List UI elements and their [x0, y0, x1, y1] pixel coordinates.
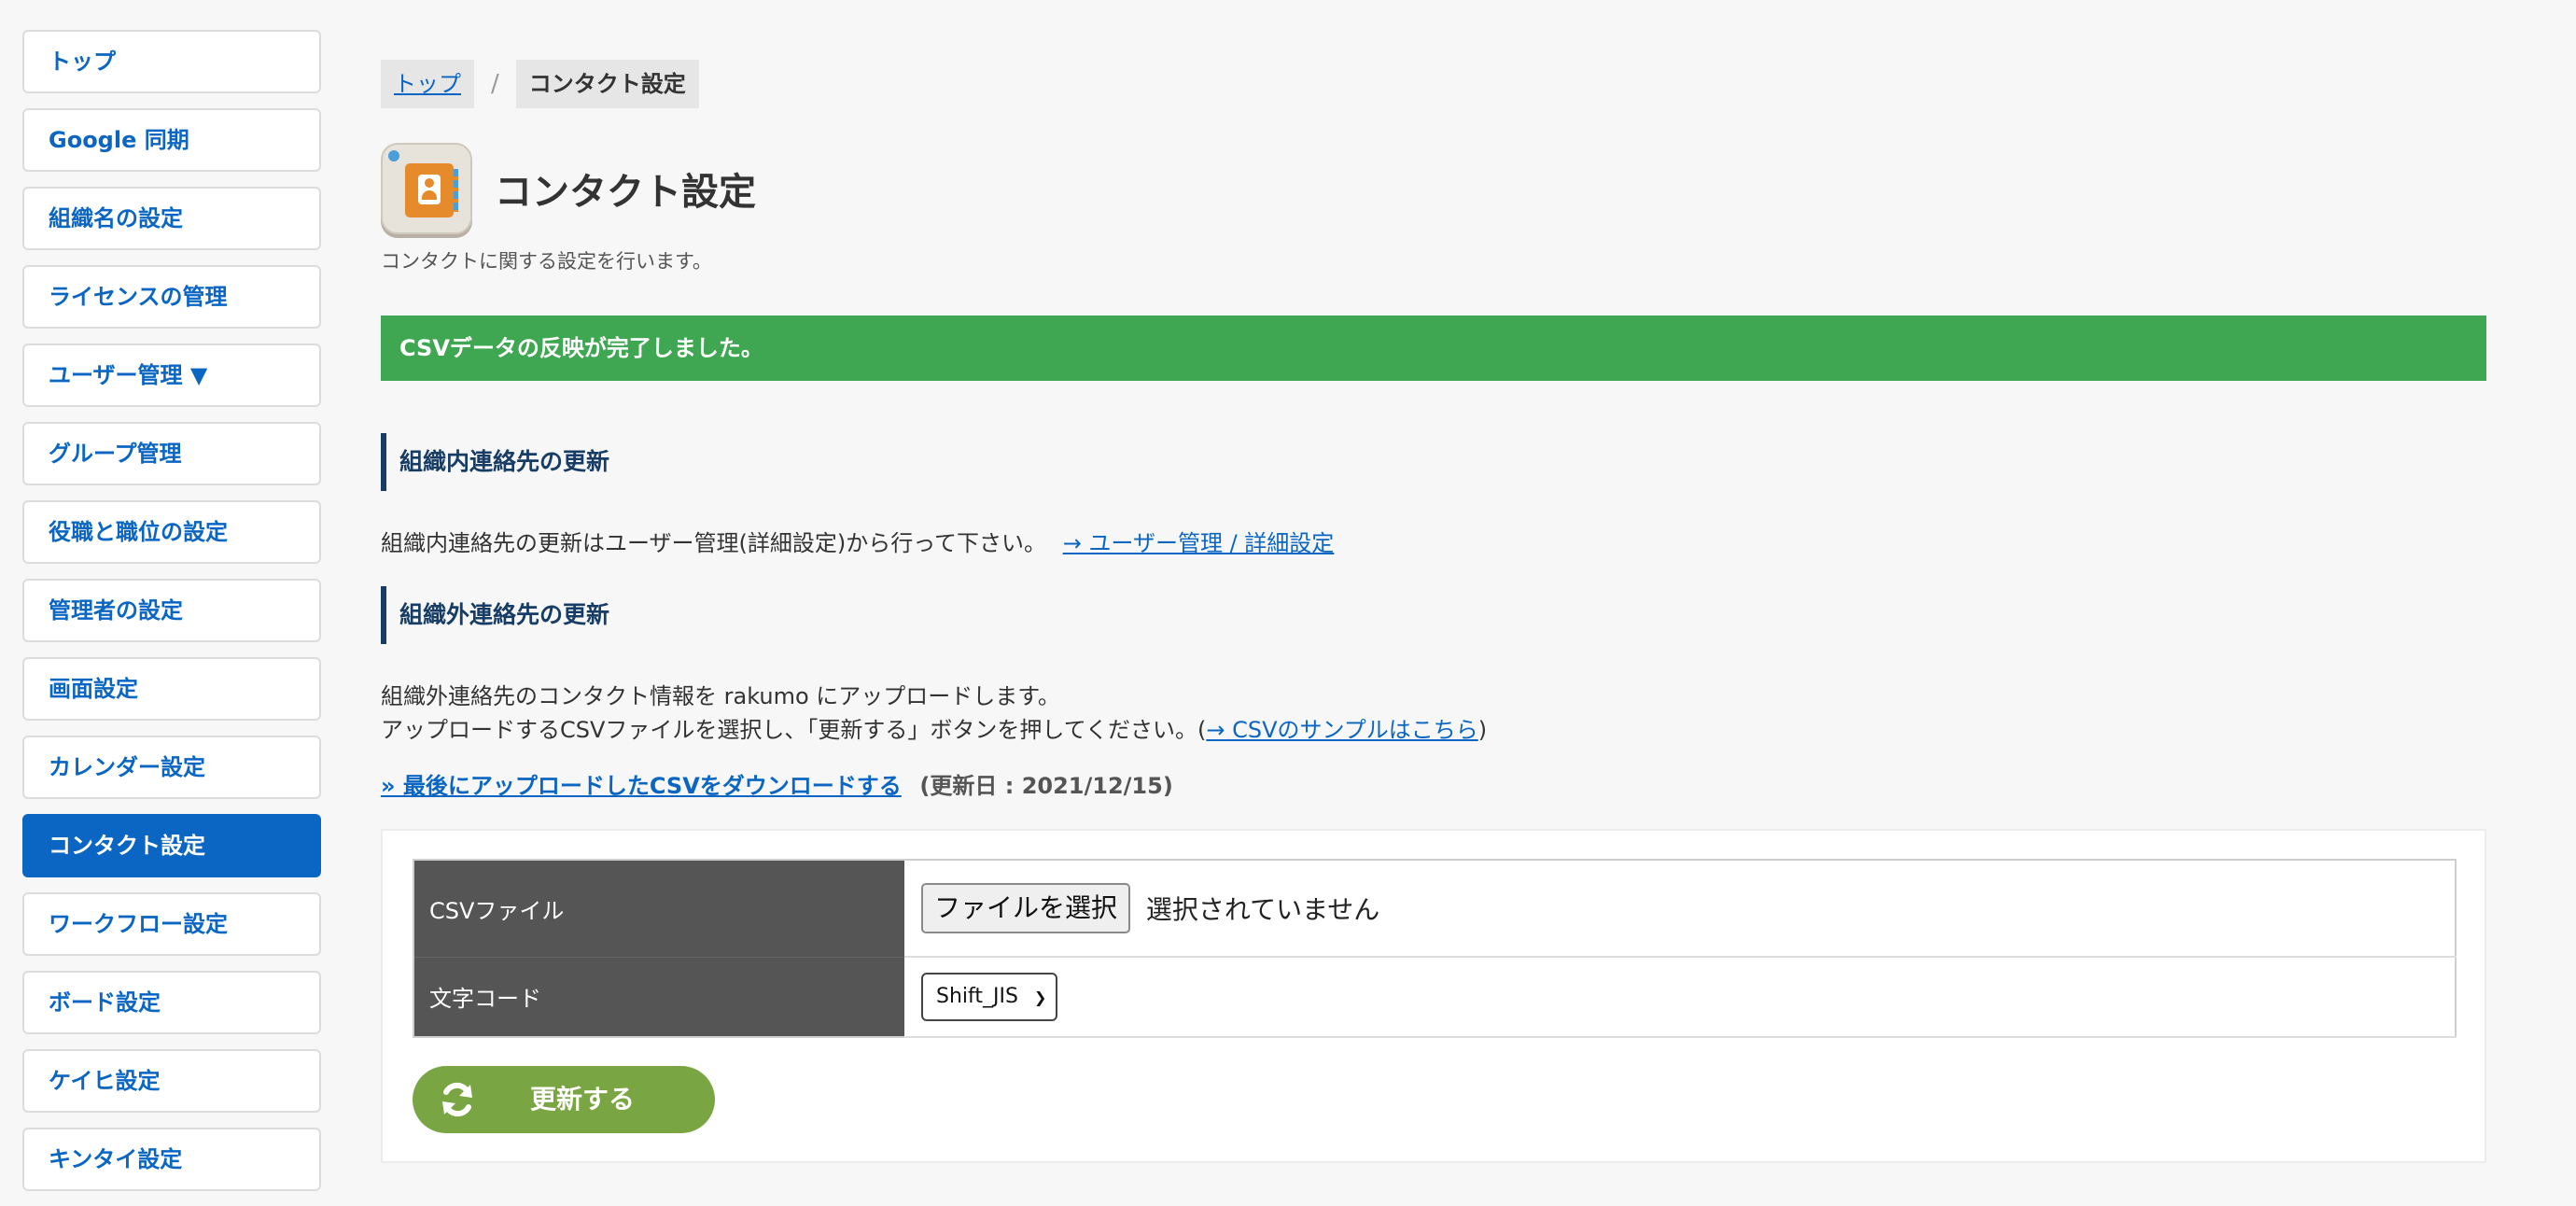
contact-app-icon [381, 143, 472, 234]
sidebar-item-calendar[interactable]: カレンダー設定 [22, 736, 321, 799]
download-last-csv-link[interactable]: » 最後にアップロードしたCSVをダウンロードする [381, 773, 902, 799]
chevron-down-icon: ❯ [1033, 989, 1047, 1006]
sidebar-item-board[interactable]: ボード設定 [22, 971, 321, 1034]
sidebar-item-user-management[interactable]: ユーザー管理 ▼ [22, 344, 321, 407]
internal-update-description: 組織内連絡先の更新はユーザー管理(詳細設定)から行って下さい。 [381, 530, 1047, 556]
csv-file-label: CSVファイル [413, 860, 904, 958]
update-button[interactable]: 更新する [413, 1066, 715, 1133]
external-description-line2: アップロードするCSVファイルを選択し、「更新する」ボタンを押してください。(→… [381, 711, 1487, 744]
page-title: コンタクト設定 [495, 171, 756, 214]
encoding-label: 文字コード [413, 957, 904, 1038]
section-heading-internal: 組織内連絡先の更新 [381, 433, 1314, 491]
sidebar-item-group-management[interactable]: グループ管理 [22, 422, 321, 485]
breadcrumb-top-link[interactable]: トップ [381, 60, 474, 108]
sidebar-item-attendance[interactable]: キンタイ設定 [22, 1128, 321, 1191]
sidebar-item-license[interactable]: ライセンスの管理 [22, 265, 321, 329]
csv-sample-link[interactable]: → CSVのサンプルはこちら [1206, 717, 1477, 743]
last-updated-date: (更新日 : 2021/12/15) [919, 773, 1173, 799]
external-description-line1: 組織外連絡先のコンタクト情報を rakumo にアップロードします。 [381, 683, 1060, 709]
sidebar-item-organization-name[interactable]: 組織名の設定 [22, 187, 321, 250]
page-description: コンタクトに関する設定を行います。 [381, 250, 712, 273]
sidebar-item-top[interactable]: トップ [22, 30, 321, 93]
encoding-select[interactable]: Shift_JIS ❯ [921, 973, 1058, 1021]
success-alert: CSVデータの反映が完了しました。 [381, 316, 2486, 381]
upload-form: CSVファイル ファイルを選択 選択されていません 文字コード Shift_JI… [381, 829, 2486, 1163]
sidebar-item-roles[interactable]: 役職と職位の設定 [22, 500, 321, 564]
section-heading-external: 組織外連絡先の更新 [381, 586, 1314, 644]
breadcrumb-separator: / [491, 70, 499, 98]
sidebar-item-screen-settings[interactable]: 画面設定 [22, 657, 321, 721]
sidebar: トップ Google 同期 組織名の設定 ライセンスの管理 ユーザー管理 ▼ グ… [22, 30, 321, 1206]
breadcrumb-current: コンタクト設定 [515, 60, 699, 108]
sidebar-item-administrators[interactable]: 管理者の設定 [22, 579, 321, 642]
csv-file-cell: ファイルを選択 選択されていません [904, 860, 2456, 958]
refresh-icon [442, 1082, 472, 1117]
file-status: 選択されていません [1145, 894, 1380, 925]
sidebar-item-google-sync[interactable]: Google 同期 [22, 108, 321, 172]
form-row-csv-file: CSVファイル ファイルを選択 選択されていません [413, 860, 2456, 958]
encoding-cell: Shift_JIS ❯ [904, 957, 2456, 1038]
user-detail-settings-link[interactable]: → ユーザー管理 / 詳細設定 [1063, 530, 1335, 556]
internal-update-text: 組織内連絡先の更新はユーザー管理(詳細設定)から行って下さい。 → ユーザー管理… [381, 525, 1334, 557]
paren-close: ) [1477, 717, 1488, 743]
sidebar-item-expense[interactable]: ケイヒ設定 [22, 1049, 321, 1113]
external-instruction: アップロードするCSVファイルを選択し、「更新する」ボタンを押してください。( [381, 717, 1207, 743]
sidebar-item-contact[interactable]: コンタクト設定 [22, 814, 321, 877]
upload-form-table: CSVファイル ファイルを選択 選択されていません 文字コード Shift_JI… [413, 859, 2457, 1038]
encoding-selected-value: Shift_JIS [936, 985, 1018, 1008]
form-row-encoding: 文字コード Shift_JIS ❯ [413, 957, 2456, 1038]
main-content: トップ / コンタクト設定 コンタクト設定 コンタクトに関する設定を行います。 … [381, 0, 2486, 1200]
page-header: コンタクト設定 [381, 140, 756, 237]
update-button-label: 更新する [530, 1084, 636, 1115]
file-choose-button[interactable]: ファイルを選択 [921, 883, 1131, 933]
breadcrumb: トップ / コンタクト設定 [381, 60, 699, 108]
download-row: » 最後にアップロードしたCSVをダウンロードする (更新日 : 2021/12… [381, 767, 1173, 800]
sidebar-item-workflow[interactable]: ワークフロー設定 [22, 892, 321, 956]
